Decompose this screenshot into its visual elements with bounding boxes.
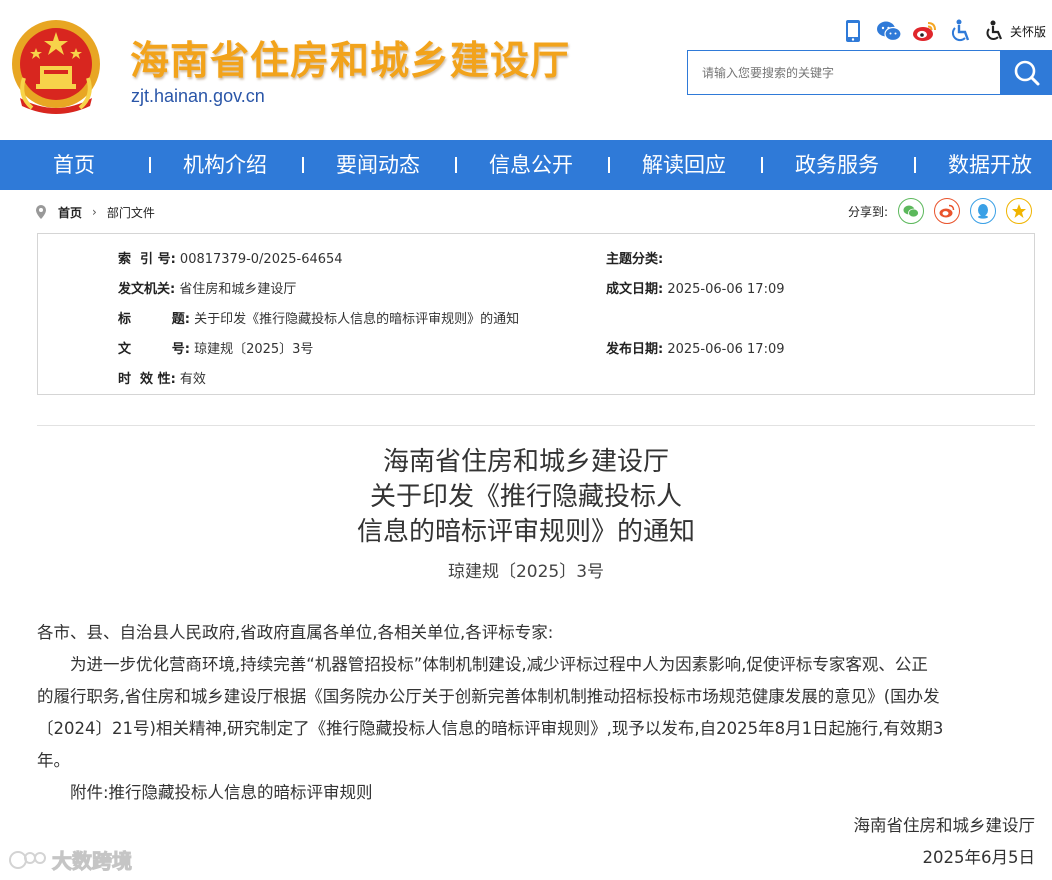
article-body-line-2: 的履行职务,省住房和城乡建设厅根据《国务院办公厅关于创新完善体制机制推动招标投标…	[37, 687, 940, 706]
site-title[interactable]: 海南省住房和城乡建设厅	[130, 30, 570, 86]
meta-title: 标 题: 关于印发《推行隐藏投标人信息的暗标评审规则》的通知	[118, 308, 519, 327]
meta-title-value: 关于印发《推行隐藏投标人信息的暗标评审规则》的通知	[194, 312, 520, 327]
care-mode-label[interactable]: 关怀版	[1010, 23, 1046, 40]
document-metadata-box: 索 引 号: 00817379-0/2025-64654 主题分类: 发文机关:…	[37, 233, 1035, 395]
nav-item-interpretation[interactable]: 解读回应	[642, 140, 726, 190]
watermark-text: 大数跨境	[52, 849, 133, 874]
site-header: 海南省住房和城乡建设厅 zjt.hainan.gov.cn 关怀版	[0, 0, 1052, 140]
article-title-line-3: 信息的暗标评审规则》的通知	[356, 517, 695, 547]
nav-item-open-data[interactable]: 数据开放	[948, 140, 1032, 190]
wechat-icon[interactable]	[876, 18, 902, 44]
meta-created: 成文日期: 2025-06-06 17:09	[606, 278, 785, 297]
nav-separator	[302, 157, 304, 173]
breadcrumb-home[interactable]: 首页	[58, 204, 82, 221]
mobile-icon[interactable]	[840, 18, 866, 44]
nav-separator	[761, 157, 763, 173]
meta-topic: 主题分类:	[606, 248, 663, 267]
meta-index-label: 索 引 号:	[118, 252, 176, 267]
wechat-share-icon[interactable]	[898, 198, 924, 224]
search-input[interactable]	[688, 51, 1000, 94]
search-icon	[1014, 60, 1039, 85]
signature-date: 2025年6月5日	[922, 848, 1036, 867]
weibo-icon[interactable]	[912, 18, 938, 44]
search-button[interactable]	[1001, 50, 1052, 95]
breadcrumb-current[interactable]: 部门文件	[107, 204, 155, 221]
meta-title-label: 标 题:	[118, 312, 190, 327]
site-domain[interactable]: zjt.hainan.gov.cn	[131, 86, 265, 107]
main-nav: 首页 机构介绍 要闻动态 信息公开 解读回应 政务服务 数据开放	[0, 140, 1052, 190]
nav-separator	[455, 157, 457, 173]
meta-created-value: 2025-06-06 17:09	[667, 282, 785, 297]
meta-index-value: 00817379-0/2025-64654	[179, 252, 343, 267]
meta-issuer-value: 省住房和城乡建设厅	[179, 282, 297, 297]
meta-validity-label: 时 效 性:	[118, 372, 176, 387]
signature-org: 海南省住房和城乡建设厅	[853, 816, 1036, 835]
weibo-share-icon[interactable]	[934, 198, 960, 224]
article-attachment[interactable]: 附件:推行隐藏投标人信息的暗标评审规则	[37, 777, 1027, 809]
top-icon-bar: 关怀版	[840, 18, 1046, 44]
chevron-right-icon: ›	[92, 205, 97, 219]
meta-published: 发布日期: 2025-06-06 17:09	[606, 338, 785, 357]
meta-validity: 时 效 性: 有效	[118, 368, 206, 387]
watermark-logo-icon	[9, 850, 46, 869]
nav-separator	[608, 157, 610, 173]
share-label: 分享到:	[847, 204, 888, 219]
qq-share-icon[interactable]	[970, 198, 996, 224]
section-divider	[37, 425, 1035, 426]
meta-validity-value: 有效	[179, 372, 206, 387]
article-body-line-3: 〔2024〕21号)相关精神,研究制定了《推行隐藏投标人信息的暗标评审规则》,现…	[37, 719, 944, 738]
article-salutation: 各市、县、自治县人民政府,省政府直属各单位,各相关单位,各评标专家:	[37, 623, 554, 642]
nav-item-about[interactable]: 机构介绍	[183, 140, 267, 190]
meta-issuer-label: 发文机关:	[118, 282, 176, 297]
accessibility-icon[interactable]	[948, 18, 974, 44]
article-title-line-1: 海南省住房和城乡建设厅	[382, 447, 669, 477]
nav-separator	[149, 157, 151, 173]
watermark: 大数跨境	[8, 845, 133, 874]
article-body-line-1: 为进一步优化营商环境,持续完善“机器管招投标”体制机制建设,减少评标过程中人为因…	[70, 655, 928, 674]
article-title-line-2: 关于印发《推行隐藏投标人	[369, 482, 682, 512]
meta-issuer: 发文机关: 省住房和城乡建设厅	[118, 278, 296, 297]
nav-item-services[interactable]: 政务服务	[795, 140, 879, 190]
share-bar: 分享到:	[848, 198, 1032, 224]
breadcrumb: 首页 › 部门文件	[36, 202, 155, 222]
article-body-line-4: 年。	[37, 751, 70, 770]
meta-published-value: 2025-06-06 17:09	[667, 342, 785, 357]
meta-created-label: 成文日期:	[606, 282, 664, 297]
nav-item-disclosure[interactable]: 信息公开	[489, 140, 573, 190]
nav-separator	[914, 157, 916, 173]
qzone-share-icon[interactable]	[1006, 198, 1032, 224]
nav-item-home[interactable]: 首页	[53, 140, 95, 190]
meta-topic-label: 主题分类:	[606, 252, 664, 267]
search-box	[687, 50, 1001, 95]
meta-index: 索 引 号: 00817379-0/2025-64654	[118, 248, 343, 267]
meta-published-label: 发布日期:	[606, 342, 664, 357]
meta-docno-value: 琼建规〔2025〕3号	[194, 342, 314, 357]
nav-item-news[interactable]: 要闻动态	[336, 140, 420, 190]
national-emblem-icon	[12, 20, 100, 114]
meta-docno-label: 文 号:	[118, 342, 190, 357]
article-doc-number: 琼建规〔2025〕3号	[447, 562, 605, 582]
location-pin-icon	[36, 205, 46, 219]
meta-docno: 文 号: 琼建规〔2025〕3号	[118, 338, 313, 357]
care-mode-icon[interactable]	[984, 18, 1006, 44]
